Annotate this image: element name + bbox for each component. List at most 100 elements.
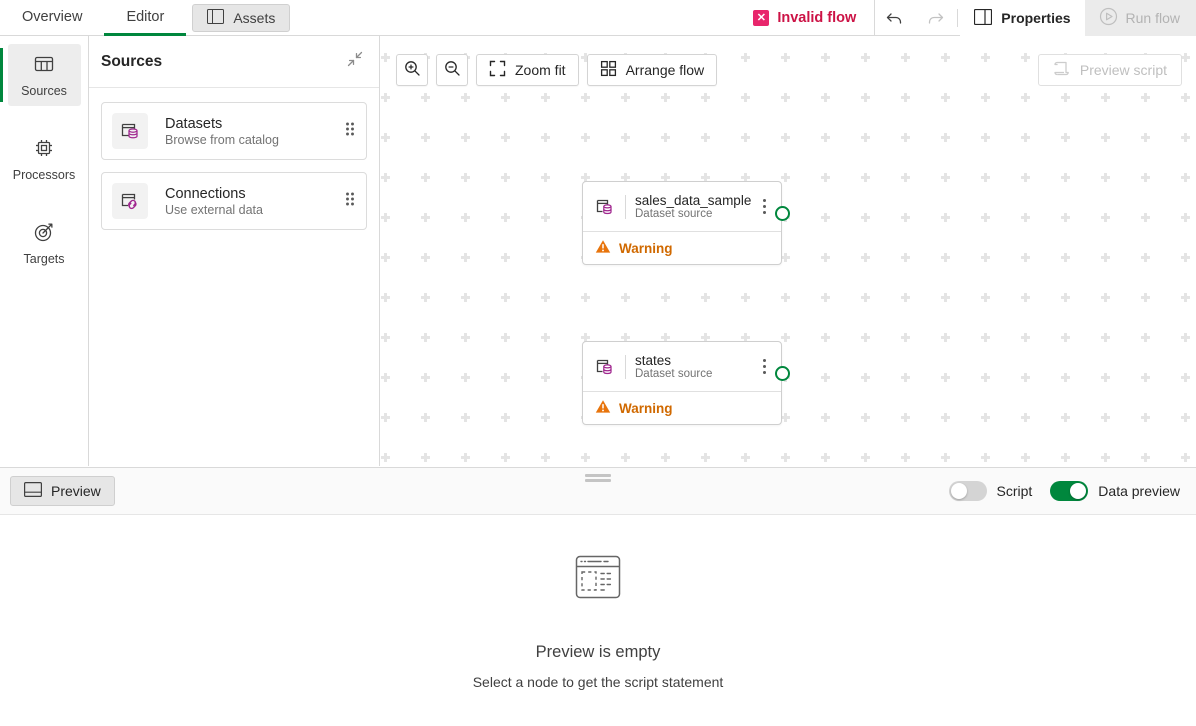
top-bar-right: ✕ Invalid flow Properties Run flow <box>741 0 1196 36</box>
source-card-connections-title: Connections <box>165 186 263 202</box>
properties-button[interactable]: Properties <box>960 0 1084 36</box>
sidebar-item-sources-label: Sources <box>21 84 67 98</box>
toggle-knob <box>951 483 967 499</box>
flow-node-title: states <box>635 353 712 368</box>
source-card-datasets-subtitle: Browse from catalog <box>165 133 279 147</box>
properties-button-label: Properties <box>1001 10 1070 26</box>
zoom-out-icon <box>444 60 461 80</box>
run-flow-button-label: Run flow <box>1126 10 1180 26</box>
main-tabs: Overview Editor <box>0 0 186 36</box>
x-square-icon: ✕ <box>753 10 769 26</box>
canvas-toolbar: Zoom fit Arrange flow <box>396 54 717 86</box>
canvas-grid <box>380 36 1196 466</box>
zoom-fit-button[interactable]: Zoom fit <box>476 54 579 86</box>
flow-canvas[interactable]: Zoom fit Arrange flow Preview script <box>380 36 1196 466</box>
flow-node-texts: sales_data_sample Dataset source <box>635 193 751 220</box>
panel-resize-handle[interactable] <box>585 474 611 482</box>
flow-node-texts: states Dataset source <box>635 353 712 380</box>
preview-empty-state: Preview is empty Select a node to get th… <box>0 515 1196 726</box>
bottom-panel: Preview Script Data preview <box>0 467 1196 726</box>
sources-panel: Sources <box>89 36 380 466</box>
warning-triangle-icon <box>595 239 611 257</box>
arrange-flow-label: Arrange flow <box>626 62 705 78</box>
assets-button-label: Assets <box>233 10 275 26</box>
flow-node-status-label: Warning <box>619 241 673 256</box>
run-flow-button: Run flow <box>1085 0 1196 36</box>
flow-node-menu-button[interactable] <box>755 353 773 381</box>
flow-node-title: sales_data_sample <box>635 193 751 208</box>
flow-node-subtitle: Dataset source <box>635 368 712 380</box>
fit-frame-icon <box>489 60 506 80</box>
undo-arrow-icon[interactable] <box>875 0 915 36</box>
collapse-diagonal-icon[interactable] <box>347 51 363 72</box>
source-card-connections[interactable]: Connections Use external data <box>101 172 367 230</box>
source-card-datasets-title: Datasets <box>165 116 279 132</box>
flow-node-status: Warning <box>583 231 781 264</box>
flow-node-status-label: Warning <box>619 401 673 416</box>
node-output-connector[interactable] <box>775 366 790 381</box>
zoom-in-icon <box>404 60 421 80</box>
zoom-out-button[interactable] <box>436 54 468 86</box>
tab-editor[interactable]: Editor <box>104 0 186 36</box>
node-divider <box>625 195 626 219</box>
grid-squares-icon <box>600 60 617 80</box>
flow-node-status: Warning <box>583 391 781 424</box>
node-divider <box>625 355 626 379</box>
source-card-datasets-texts: Datasets Browse from catalog <box>165 116 279 147</box>
preview-empty-title: Preview is empty <box>536 643 661 662</box>
drag-grip-icon[interactable] <box>344 120 356 143</box>
source-card-connections-texts: Connections Use external data <box>165 186 263 217</box>
tab-overview[interactable]: Overview <box>0 0 104 36</box>
redo-arrow-icon <box>915 0 955 36</box>
node-output-connector[interactable] <box>775 206 790 221</box>
flow-node-sales-data-sample[interactable]: sales_data_sample Dataset source Warning <box>582 181 782 265</box>
sidebar-item-sources[interactable]: Sources <box>8 44 81 106</box>
tab-overview-label: Overview <box>22 9 82 25</box>
flow-node-header: states Dataset source <box>583 342 781 391</box>
sidebar-item-processors-label: Processors <box>13 168 76 182</box>
panel-right-icon <box>974 9 992 28</box>
panel-icon <box>207 9 224 27</box>
preview-button-label: Preview <box>51 483 101 499</box>
bottom-toolbar: Preview Script Data preview <box>0 468 1196 515</box>
connection-link-icon <box>112 183 148 219</box>
table-icon <box>33 53 55 78</box>
preview-script-label: Preview script <box>1080 62 1167 78</box>
sidebar-item-processors[interactable]: Processors <box>8 128 81 190</box>
sources-panel-body: Datasets Browse from catalog <box>89 88 379 244</box>
warning-triangle-icon <box>595 399 611 417</box>
source-card-connections-subtitle: Use external data <box>165 203 263 217</box>
preview-script-button: Preview script <box>1038 54 1182 86</box>
flow-node-states[interactable]: states Dataset source Warning <box>582 341 782 425</box>
source-card-datasets[interactable]: Datasets Browse from catalog <box>101 102 367 160</box>
flow-node-menu-button[interactable] <box>755 193 773 221</box>
tab-editor-label: Editor <box>126 9 164 25</box>
dataset-db-icon <box>593 356 617 378</box>
status-badge: ✕ Invalid flow <box>741 0 875 36</box>
dataset-db-icon <box>112 113 148 149</box>
script-toggle-label: Script <box>997 483 1033 499</box>
bottom-toggles: Script Data preview <box>949 481 1181 501</box>
assets-button[interactable]: Assets <box>192 4 290 32</box>
preview-empty-subtitle: Select a node to get the script statemen… <box>473 674 724 690</box>
data-preview-toggle[interactable] <box>1050 481 1088 501</box>
empty-table-icon <box>573 552 623 607</box>
sidebar-item-targets[interactable]: Targets <box>8 212 81 274</box>
data-preview-toggle-group: Data preview <box>1050 481 1180 501</box>
left-rail: Sources Processors Targets <box>0 36 89 466</box>
flow-editor-app: Overview Editor Assets ✕ Invalid flow <box>0 0 1196 726</box>
preview-button[interactable]: Preview <box>10 476 115 506</box>
drag-grip-icon[interactable] <box>344 190 356 213</box>
chip-icon <box>33 137 55 162</box>
sources-panel-header: Sources <box>89 36 379 88</box>
preview-panel-icon <box>24 482 42 500</box>
toggle-knob <box>1070 483 1086 499</box>
script-icon <box>1053 60 1070 80</box>
target-icon <box>33 221 55 246</box>
script-toggle[interactable] <box>949 481 987 501</box>
toolbar-divider <box>957 9 958 27</box>
arrange-flow-button[interactable]: Arrange flow <box>587 54 718 86</box>
flow-node-subtitle: Dataset source <box>635 208 751 220</box>
zoom-in-button[interactable] <box>396 54 428 86</box>
data-preview-toggle-label: Data preview <box>1098 483 1180 499</box>
